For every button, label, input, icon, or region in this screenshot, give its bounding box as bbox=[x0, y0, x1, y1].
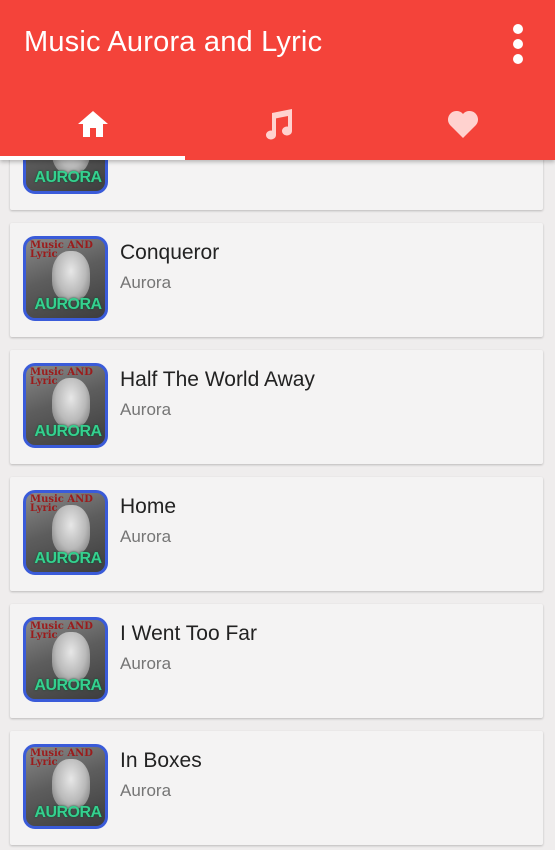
song-card[interactable]: Music AND Lyric AURORA Home Aurora bbox=[10, 477, 543, 591]
album-art: Music AND Lyric AURORA bbox=[23, 236, 108, 321]
tab-home[interactable] bbox=[0, 88, 185, 160]
song-card[interactable]: Music AND Lyric AURORA Half The World Aw… bbox=[10, 350, 543, 464]
song-artist: Aurora bbox=[120, 781, 172, 800]
tab-bar bbox=[0, 88, 555, 160]
song-title: Half The World Away bbox=[120, 368, 315, 391]
song-title: I Went Too Far bbox=[120, 622, 257, 645]
app-bar: Music Aurora and Lyric bbox=[0, 0, 555, 160]
song-title: Conqueror bbox=[120, 241, 220, 264]
tab-music[interactable] bbox=[185, 88, 370, 160]
song-artist: Aurora bbox=[120, 400, 172, 419]
song-card[interactable]: Music AND Lyric AURORA Conqueror Aurora bbox=[10, 223, 543, 337]
app-title: Music Aurora and Lyric bbox=[24, 26, 323, 58]
home-icon bbox=[77, 111, 108, 137]
song-artist: Aurora bbox=[120, 273, 172, 292]
album-art: Music AND Lyric AURORA bbox=[23, 744, 108, 829]
song-artist: Aurora bbox=[120, 654, 172, 673]
song-title: In Boxes bbox=[120, 749, 202, 772]
song-artist: Aurora bbox=[120, 527, 172, 546]
tab-favorites[interactable] bbox=[370, 88, 555, 160]
song-card[interactable]: Music AND Lyric AURORA I Went Too Far Au… bbox=[10, 604, 543, 718]
song-card[interactable]: Music AND Lyric AURORA In Boxes Aurora bbox=[10, 731, 543, 845]
album-art: Music AND Lyric AURORA bbox=[23, 490, 108, 575]
album-art: Music AND Lyric AURORA bbox=[23, 617, 108, 702]
song-title: Home bbox=[120, 495, 177, 518]
music-note-icon bbox=[265, 109, 292, 140]
album-art: Music AND Lyric AURORA bbox=[23, 363, 108, 448]
heart-icon bbox=[447, 110, 478, 138]
overflow-menu-icon[interactable] bbox=[507, 24, 529, 64]
